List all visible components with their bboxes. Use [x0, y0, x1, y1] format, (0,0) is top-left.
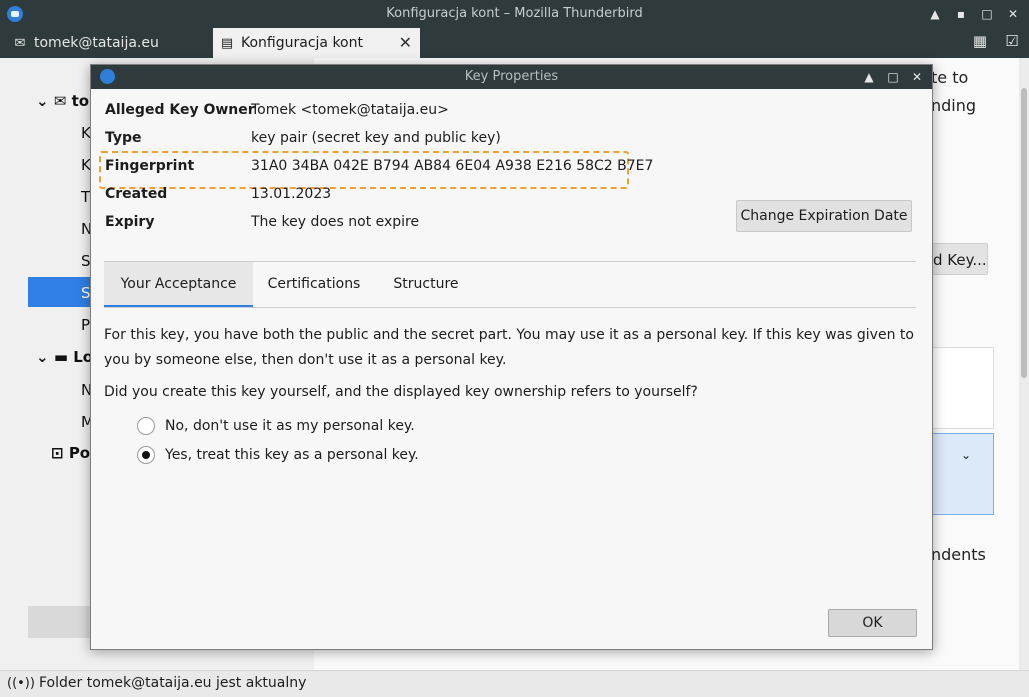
option-personal-label: Yes, treat this key as a personal key. [165, 447, 419, 463]
window-titlebar: Konfiguracja kont – Mozilla Thunderbird … [0, 0, 1029, 28]
account-tree-account[interactable]: ⌄ ✉ to [36, 92, 89, 110]
status-text: Folder tomek@tataija.eu jest aktualny [39, 675, 307, 691]
outgoing-server-icon: ⊡ [51, 444, 64, 462]
envelope-icon: ✉ [53, 92, 67, 110]
settings-page-icon: ▤ [220, 36, 234, 51]
window-title: Konfiguracja kont – Mozilla Thunderbird [386, 6, 643, 21]
folder-icon: ▬ [53, 348, 68, 366]
bg-text: te to [931, 68, 969, 87]
scrollbar[interactable] [1019, 58, 1029, 670]
keep-above-icon[interactable]: ▲ [860, 67, 878, 87]
option-not-personal[interactable]: No, don't use it as my personal key. [137, 417, 415, 435]
ok-button[interactable]: OK [828, 609, 917, 637]
radio-personal[interactable] [137, 446, 155, 464]
created-label: Created [105, 186, 168, 202]
owner-value: Tomek <tomek@tataija.eu> [251, 102, 449, 118]
account-actions-button[interactable] [28, 606, 98, 638]
chevron-down-icon: ⌄ [36, 92, 49, 110]
key-properties-dialog: Key Properties ▲ □ ✕ Alleged Key Owner T… [90, 64, 933, 650]
fingerprint-value: 31A0 34BA 042E B794 AB84 6E04 A938 E216 … [251, 158, 654, 174]
tab-structure[interactable]: Structure [387, 262, 465, 307]
keep-above-icon[interactable]: ▲ [925, 4, 945, 24]
calendar-icon[interactable]: ▦ [971, 32, 989, 52]
account-tree-outgoing[interactable]: ⊡ Po [51, 444, 90, 462]
tree-item[interactable]: P [81, 316, 90, 334]
add-key-button[interactable]: d Key... [926, 243, 988, 275]
tab-account-settings-label: Konfiguracja kont [241, 35, 363, 51]
tab-account-settings[interactable]: ▤ Konfiguracja kont ✕ [213, 28, 420, 58]
type-label: Type [105, 130, 142, 146]
expiry-value: The key does not expire [251, 214, 420, 230]
tree-item[interactable]: T [81, 188, 90, 206]
status-bar: ((•)) Folder tomek@tataija.eu jest aktua… [0, 670, 1029, 697]
close-tab-icon[interactable]: ✕ [399, 33, 412, 52]
expiry-label: Expiry [105, 214, 155, 230]
close-window-icon[interactable]: ✕ [1003, 4, 1023, 24]
dialog-titlebar: Key Properties ▲ □ ✕ [91, 65, 932, 89]
option-not-personal-label: No, don't use it as my personal key. [165, 418, 415, 434]
tab-mail[interactable]: ✉ tomek@tataija.eu [6, 28, 159, 58]
change-expiration-button[interactable]: Change Expiration Date [736, 200, 912, 232]
key-list-box [930, 347, 994, 429]
tab-your-acceptance[interactable]: Your Acceptance [104, 262, 253, 307]
bg-text: ndents [931, 545, 986, 564]
minimize-icon[interactable]: ▪ [951, 4, 971, 24]
mail-icon: ✉ [14, 36, 26, 51]
chevron-down-icon: ⌄ [961, 448, 972, 462]
scrollbar-thumb[interactable] [1021, 88, 1027, 378]
type-value: key pair (secret key and public key) [251, 130, 501, 146]
created-value: 13.01.2023 [251, 186, 332, 202]
tasks-icon[interactable]: ☑ [1003, 32, 1021, 52]
bg-text: nding [931, 96, 977, 115]
online-status-icon[interactable]: ((•)) [7, 676, 35, 691]
maximize-icon[interactable]: □ [977, 4, 997, 24]
fingerprint-label: Fingerprint [105, 158, 195, 174]
acceptance-question: Did you create this key yourself, and th… [104, 384, 698, 400]
acceptance-description: For this key, you have both the public a… [104, 327, 914, 368]
chevron-down-icon: ⌄ [36, 348, 49, 366]
close-dialog-icon[interactable]: ✕ [908, 67, 926, 87]
account-tree-local-folders[interactable]: ⌄ ▬ Lo [36, 348, 93, 366]
key-dropdown[interactable]: ⌄ [930, 433, 994, 515]
maximize-icon[interactable]: □ [884, 67, 902, 87]
owner-label: Alleged Key Owner [105, 102, 255, 118]
tab-mail-label: tomek@tataija.eu [34, 35, 159, 51]
option-personal[interactable]: Yes, treat this key as a personal key. [137, 446, 419, 464]
tabs-divider [104, 307, 916, 308]
tab-certifications[interactable]: Certifications [263, 262, 365, 307]
tab-bar: ✉ tomek@tataija.eu ▤ Konfiguracja kont ✕… [0, 28, 1029, 58]
dialog-title: Key Properties [464, 69, 559, 84]
radio-not-personal[interactable] [137, 417, 155, 435]
